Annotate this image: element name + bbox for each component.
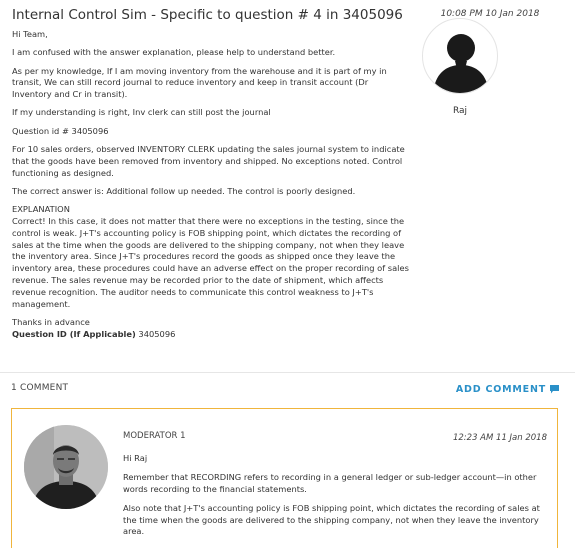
default-user-silhouette-icon[interactable]: [422, 18, 498, 94]
comment-paragraph: Hi Raj: [123, 453, 148, 463]
comment-author[interactable]: MODERATOR 1: [123, 431, 186, 441]
speech-bubble-icon: [550, 385, 559, 394]
post-paragraph: The correct answer is: Additional follow…: [12, 185, 356, 196]
comment-body: Hi Raj Remember that RECORDING refers to…: [123, 453, 548, 545]
post-paragraph: As per my knowledge, If I am moving inve…: [12, 65, 387, 100]
post-title: Internal Control Sim - Specific to quest…: [12, 7, 403, 23]
post-body: Hi Team, I am confused with the answer e…: [12, 29, 410, 341]
explanation-heading: EXPLANATION: [12, 204, 70, 215]
post-paragraph: Hi Team,: [12, 29, 48, 39]
add-comment-button[interactable]: ADD COMMENT: [456, 384, 560, 395]
post: Internal Control Sim - Specific to quest…: [0, 0, 575, 372]
post-paragraph: I am confused with the answer explanatio…: [12, 47, 336, 58]
author-name[interactable]: Raj: [422, 106, 498, 116]
question-id-line: Question ID (If Applicable) 3405096: [12, 329, 410, 341]
comment-count: 1 COMMENT: [11, 383, 69, 393]
post-paragraph: For 10 sales orders, observed INVENTORY …: [12, 144, 405, 178]
closing-text: Thanks in advance: [12, 316, 90, 327]
divider: [0, 372, 575, 373]
comment-paragraph: Remember that RECORDING refers to record…: [123, 472, 537, 494]
post-paragraph: If my understanding is right, Inv clerk …: [12, 107, 271, 118]
question-id-label: Question ID (If Applicable): [12, 328, 136, 339]
post-paragraph: Question id # 3405096: [12, 125, 109, 136]
add-comment-label: ADD COMMENT: [455, 384, 546, 395]
comment-timestamp: 12:23 AM 11 Jan 2018: [452, 433, 547, 443]
moderator-avatar[interactable]: [24, 425, 108, 509]
comment-card: MODERATOR 1 12:23 AM 11 Jan 2018 Hi Raj …: [11, 408, 558, 548]
post-author: Raj: [422, 18, 498, 116]
explanation-text: Correct! In this case, it does not matte…: [12, 216, 409, 309]
comment-paragraph: Also note that J+T's accounting policy i…: [123, 503, 540, 537]
question-id-value: 3405096: [138, 328, 176, 339]
